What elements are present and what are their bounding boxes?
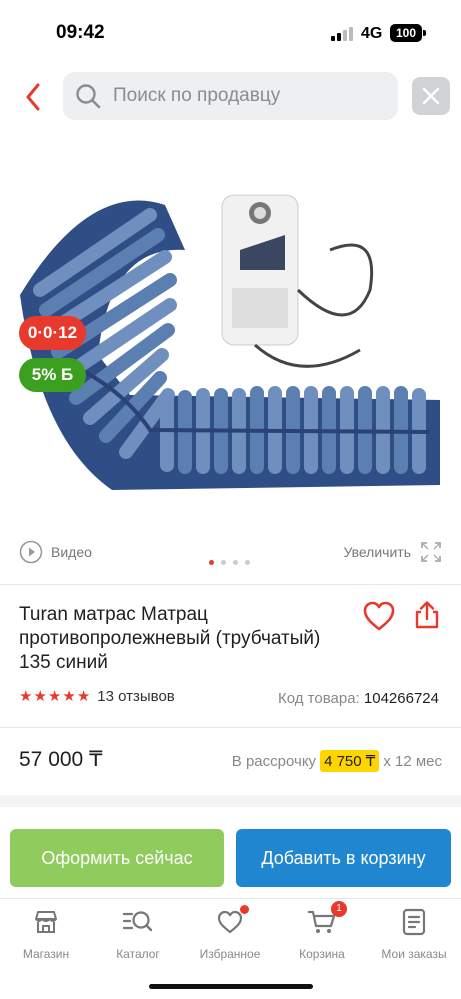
pagination-dot-active bbox=[209, 560, 214, 565]
catalog-search-icon bbox=[122, 911, 153, 932]
pagination-dot bbox=[221, 560, 226, 565]
section-divider bbox=[0, 795, 461, 807]
timer-badge: 0·0·12 bbox=[19, 316, 86, 350]
search-icon bbox=[76, 84, 101, 109]
nav-label-catalog: Каталог bbox=[116, 947, 160, 961]
star-icon: ★ bbox=[76, 688, 91, 705]
pagination-dot bbox=[245, 560, 250, 565]
nav-label-favorites: Избранное bbox=[199, 947, 261, 961]
nav-label-cart: Корзина bbox=[299, 947, 345, 961]
search-box[interactable] bbox=[63, 72, 398, 120]
play-icon bbox=[19, 540, 43, 564]
product-title: Turan матрас Матрац противопролежневый (… bbox=[19, 604, 321, 673]
close-icon bbox=[422, 87, 440, 105]
status-time: 09:42 bbox=[56, 22, 105, 43]
back-button[interactable] bbox=[18, 80, 48, 114]
expand-icon bbox=[421, 542, 441, 562]
installment-suffix: x 12 мес bbox=[383, 752, 442, 770]
search-input[interactable] bbox=[113, 72, 383, 120]
home-indicator[interactable] bbox=[149, 984, 313, 989]
divider bbox=[0, 584, 461, 585]
shop-icon bbox=[35, 911, 57, 933]
star-icon: ★ bbox=[47, 688, 62, 705]
nav-item-cart[interactable]: 1 Корзина bbox=[276, 901, 368, 961]
order-now-button[interactable]: Оформить сейчас bbox=[10, 829, 224, 887]
nav-label-shop: Магазин bbox=[22, 947, 70, 961]
installment-amount: 4 750 ₸ bbox=[320, 750, 380, 772]
star-icon: ★ bbox=[33, 688, 47, 705]
installment-info[interactable]: В рассрочку 4 750 ₸ x 12 мес bbox=[232, 750, 442, 772]
add-to-cart-button[interactable]: Добавить в корзину bbox=[236, 829, 451, 887]
orders-icon bbox=[402, 908, 426, 936]
network-type: 4G bbox=[361, 25, 383, 42]
close-search-button[interactable] bbox=[412, 77, 450, 115]
product-code: Код товара: 104266724 bbox=[278, 690, 439, 707]
rating-stars: ★ ★ ★ ★ ★ bbox=[19, 689, 90, 704]
nav-item-favorites[interactable]: Избранное bbox=[184, 905, 276, 961]
heart-icon bbox=[363, 601, 395, 631]
image-pagination bbox=[209, 560, 250, 565]
signal-icon bbox=[331, 27, 355, 41]
divider bbox=[0, 727, 461, 728]
battery-tip bbox=[423, 30, 426, 36]
product-price: 57 000 ₸ bbox=[19, 748, 103, 771]
battery-icon: 100 bbox=[390, 24, 422, 42]
reviews-link[interactable]: 13 отзывов bbox=[97, 688, 175, 705]
video-label: Видео bbox=[51, 544, 92, 560]
favorite-button[interactable] bbox=[362, 600, 396, 637]
nav-item-catalog[interactable]: Каталог bbox=[92, 907, 184, 961]
star-icon: ★ bbox=[19, 688, 33, 705]
status-bar: 09:42 4G 100 bbox=[0, 0, 461, 60]
nav-label-orders: Мои заказы bbox=[381, 947, 447, 961]
share-icon bbox=[415, 601, 439, 629]
heart-icon bbox=[217, 910, 243, 934]
pagination-dot bbox=[233, 560, 238, 565]
star-icon: ★ bbox=[62, 688, 76, 705]
rating-row[interactable]: ★ ★ ★ ★ ★ 13 отзывов bbox=[19, 688, 175, 705]
video-button[interactable]: Видео bbox=[19, 540, 92, 564]
product-code-label: Код товара: bbox=[278, 690, 360, 707]
product-code-value: 104266724 bbox=[363, 690, 439, 707]
cart-count-badge: 1 bbox=[331, 901, 347, 917]
nav-item-orders[interactable]: Мои заказы bbox=[368, 907, 460, 961]
discount-badge: 5% Б bbox=[19, 358, 86, 392]
installment-prefix: В рассрочку bbox=[231, 752, 317, 770]
zoom-button[interactable]: Увеличить bbox=[343, 540, 443, 564]
chevron-left-icon bbox=[26, 83, 40, 111]
share-button[interactable] bbox=[413, 600, 441, 635]
nav-item-shop[interactable]: Магазин bbox=[0, 907, 92, 961]
zoom-label: Увеличить bbox=[343, 544, 411, 560]
favorites-indicator-dot bbox=[240, 905, 249, 914]
